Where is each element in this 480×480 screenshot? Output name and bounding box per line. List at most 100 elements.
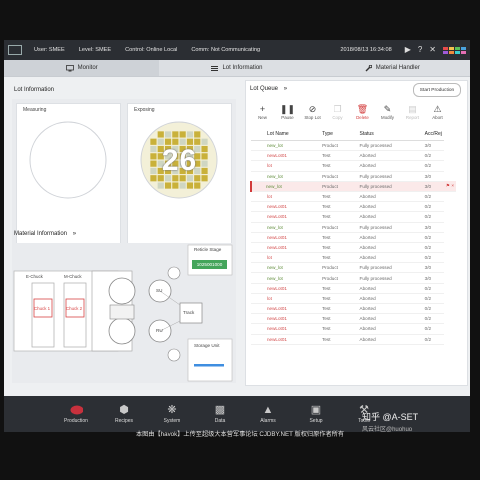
copy-icon: ❐ xyxy=(333,104,342,114)
table-row[interactable]: newLot01 Test Aborted 0/2 xyxy=(251,323,456,335)
die-count: 26 xyxy=(161,144,198,177)
help-icon[interactable]: ? xyxy=(418,46,422,54)
lot-status-cell: Fully processed xyxy=(357,171,423,182)
table-row[interactable]: newLot01 Test Aborted 0/2 xyxy=(251,211,456,223)
copy-button[interactable]: ❐ Copy xyxy=(325,104,350,126)
lot-name-cell: newLot01 xyxy=(251,201,321,213)
nav-setup[interactable]: ▣ Setup xyxy=(292,396,340,432)
lot-acc-rej-cell: 0/2 xyxy=(422,334,444,345)
nav-alarms[interactable]: ▲ Alarms xyxy=(244,396,292,432)
lot-type-cell: Test xyxy=(320,293,358,305)
wafer-die xyxy=(157,182,164,189)
lot-name-cell: new_lot xyxy=(251,272,321,284)
tab-material-handler[interactable]: Material Handler xyxy=(315,60,470,76)
lot-name-cell: new_lot xyxy=(249,181,321,192)
wafer-die xyxy=(179,182,186,189)
wafer-die xyxy=(186,131,194,138)
col-type[interactable]: Type xyxy=(320,129,358,141)
table-row[interactable]: lot Test Aborted 0/2 xyxy=(251,160,456,172)
table-row[interactable]: new_lot Product Fully processed 3/0 xyxy=(251,140,456,152)
col-lot-name[interactable]: Lot Name xyxy=(251,129,321,141)
wafer-die xyxy=(194,182,201,189)
measuring-label: Measuring xyxy=(23,107,47,113)
track-label: Track xyxy=(183,310,195,315)
tab-lot-information[interactable]: Lot Information xyxy=(159,60,314,76)
table-row[interactable]: new_lot Product Fully processed 3/0 xyxy=(251,222,456,233)
speaker-icon[interactable]: ▶ xyxy=(405,46,411,54)
new-button[interactable]: + New xyxy=(250,104,275,126)
lot-name-cell: newLot01 xyxy=(251,232,321,243)
reticle-stage-label: Reticle Stage xyxy=(194,247,222,252)
lot-acc-rej-cell: 0/2 xyxy=(422,242,444,254)
start-production-button[interactable]: Start Production xyxy=(413,83,461,97)
delete-button[interactable]: 🗑 Delete xyxy=(350,104,375,126)
lot-type-cell: Test xyxy=(320,323,358,335)
close-icon[interactable]: ✕ xyxy=(429,46,436,54)
table-row[interactable]: new_lot Product Fully processed 3/0 xyxy=(251,262,456,274)
tab-monitor[interactable]: Monitor xyxy=(4,60,160,76)
pause-button[interactable]: ❚❚ Pause xyxy=(275,104,300,126)
lot-type-cell: Test xyxy=(320,150,358,162)
lot-type-cell: Test xyxy=(320,191,358,203)
lot-name-cell: newLot01 xyxy=(251,150,321,162)
lot-queue-table: Lot Name Type Status Acc/Rej new_lot Prod… xyxy=(249,129,456,345)
lot-type-cell: Product xyxy=(320,222,358,233)
table-row[interactable]: newLot01 Test Aborted 0/2 xyxy=(251,303,456,315)
queue-toolbar: + New ❚❚ Pause ⊘ Stop Lot ❐ Copy 🗑 Delete ✎ Mo… xyxy=(250,104,460,126)
table-row[interactable]: newLot01 Test Aborted 0/2 xyxy=(251,232,456,243)
col-acc-rej[interactable]: Acc/Rej xyxy=(422,129,444,141)
table-row[interactable]: newLot01 Test Aborted 0/2 xyxy=(251,201,456,213)
nav-recipes[interactable]: ⬢ Recipes xyxy=(100,396,148,432)
chuck-1[interactable]: Chuck 1 xyxy=(34,306,50,311)
table-row[interactable]: lot Test Aborted 0/2 xyxy=(251,293,456,305)
alarm-icon: ▲ xyxy=(262,403,274,416)
nav-production[interactable]: Production xyxy=(52,396,100,432)
report-icon: ▤ xyxy=(408,104,417,114)
reticle-id-badge[interactable]: 1025001000 xyxy=(192,260,227,269)
close-icon: × xyxy=(451,183,454,189)
system-icon: ❋ xyxy=(167,404,177,416)
material-information-title: Material Information » xyxy=(14,231,77,237)
color-swatch xyxy=(449,50,454,54)
table-row[interactable]: newLot01 Test Aborted 0/2 xyxy=(251,313,456,325)
recipes-icon: ⬢ xyxy=(119,404,129,416)
nav-system[interactable]: ❋ System xyxy=(148,396,196,432)
table-row[interactable]: newLot01 Test Aborted 0/2 xyxy=(251,283,456,294)
table-row[interactable]: newLot01 Test Aborted 0/2 xyxy=(251,150,456,162)
wafer-die xyxy=(179,131,186,138)
lot-type-cell: Test xyxy=(320,160,358,172)
abort-button[interactable]: ⚠ Abort xyxy=(425,104,450,126)
row-actions[interactable]: ⚑ × xyxy=(443,181,456,192)
modify-button[interactable]: ✎ Modify xyxy=(375,104,400,126)
table-row[interactable]: newLot01 Test Aborted 0/2 xyxy=(251,334,456,345)
pause-icon: ❚❚ xyxy=(279,104,296,114)
flag-icon: ⚑ xyxy=(445,183,451,189)
app-window: User: SMEE Level: SMEE Control: Online L… xyxy=(4,40,470,432)
lot-acc-rej-cell: 3/0 xyxy=(422,140,444,152)
lot-status-cell: Aborted xyxy=(357,211,423,223)
lot-type-cell: Test xyxy=(320,283,358,294)
lot-acc-rej-cell: 3/0 xyxy=(422,262,444,274)
lot-name-cell: newLot01 xyxy=(251,313,321,325)
expand-icon: » xyxy=(283,86,288,92)
table-row[interactable]: new_lot Product Fully processed 3/0 xyxy=(251,272,456,284)
report-button[interactable]: ▤ Report xyxy=(400,104,425,126)
color-swatches[interactable] xyxy=(443,46,466,54)
table-row[interactable]: lot Test Aborted 0/2 xyxy=(251,252,456,264)
chuck-2[interactable]: Chuck 2 xyxy=(66,306,82,311)
table-row[interactable]: lot Test Aborted 0/2 xyxy=(251,191,456,203)
nav-data[interactable]: ▩ Data xyxy=(196,396,244,432)
control-label: Control: Online Local xyxy=(125,47,178,53)
table-row[interactable]: newLot01 Test Aborted 0/2 xyxy=(251,242,456,254)
lot-name-cell: newLot01 xyxy=(251,211,321,223)
table-row[interactable]: new_lot Product Fully processed 3/0 xyxy=(251,171,456,182)
tab-label: Lot Information xyxy=(222,65,263,71)
color-swatch xyxy=(461,50,466,54)
lot-status-cell: Aborted xyxy=(357,201,423,213)
lot-status-cell: Fully processed xyxy=(357,272,423,284)
lot-status-cell: Aborted xyxy=(357,150,423,162)
stop-lot-button[interactable]: ⊘ Stop Lot xyxy=(300,104,325,126)
e-chuck-label: E-Chuck xyxy=(26,274,43,279)
col-status[interactable]: Status xyxy=(357,129,423,141)
table-row[interactable]: new_lot Product Fully processed 3/0 ⚑ × xyxy=(249,181,456,192)
